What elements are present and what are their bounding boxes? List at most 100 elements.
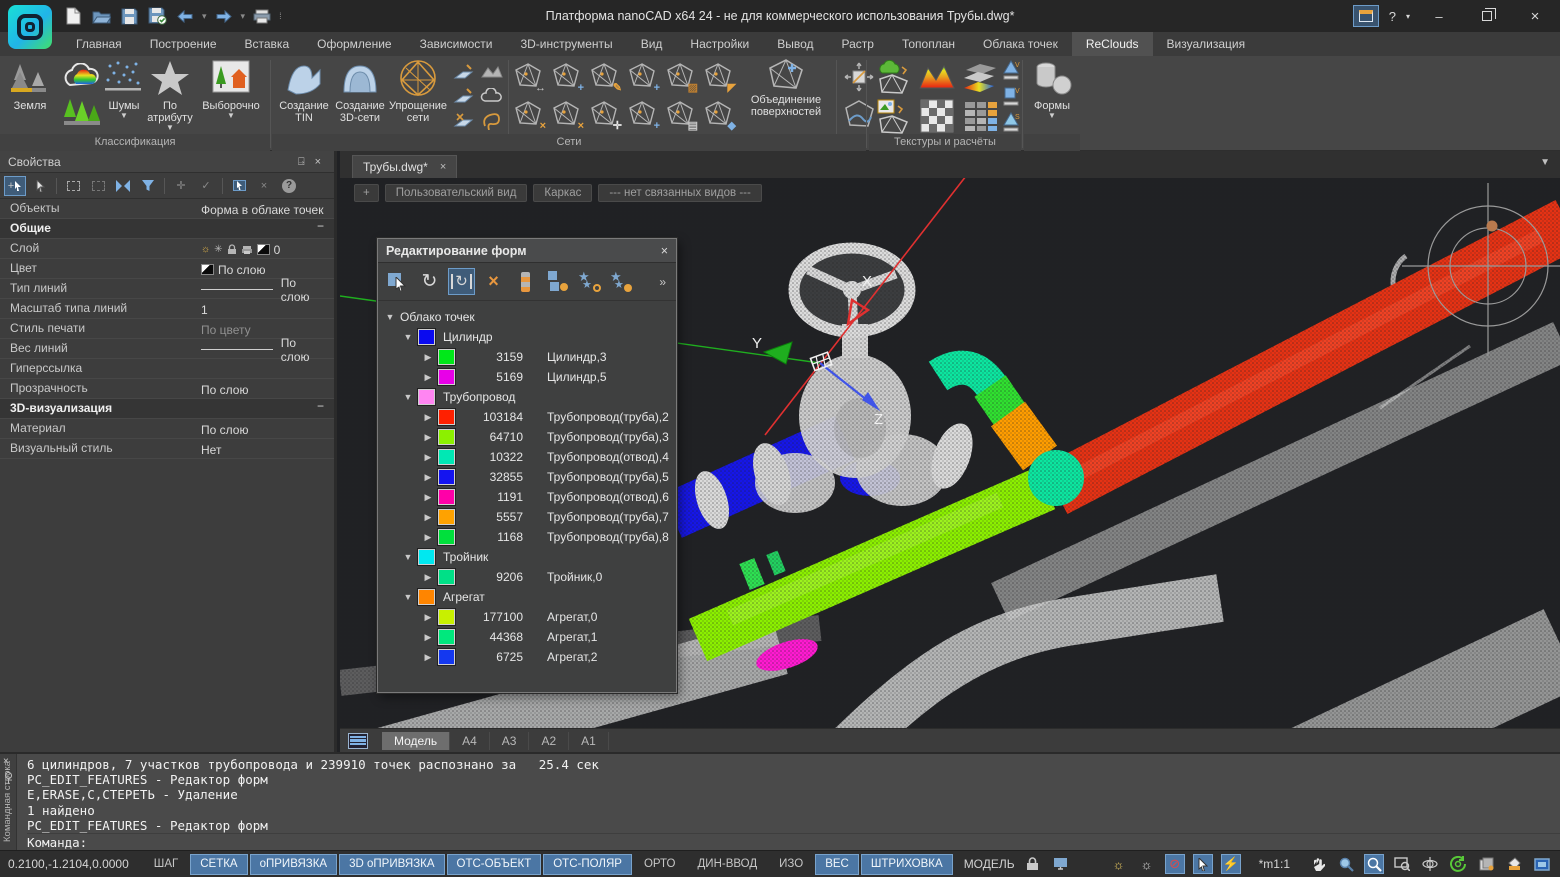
slope-layers-icon[interactable] — [961, 59, 1001, 95]
ribbon-tab-растр[interactable]: Растр — [828, 32, 888, 56]
shapes-button[interactable]: Формы▼ — [1024, 58, 1080, 134]
shape-color-swatch[interactable] — [438, 509, 455, 525]
select-window-tool[interactable] — [62, 176, 84, 196]
shape-color-swatch[interactable] — [418, 389, 435, 405]
print-icon[interactable] — [251, 5, 273, 27]
net-add-vertex-tool[interactable]: + — [552, 62, 582, 92]
add-selection-tool[interactable]: + — [4, 176, 26, 196]
collapsed-icon[interactable]: ▶ — [422, 492, 434, 503]
document-tab-close-icon[interactable]: × — [440, 161, 446, 173]
tree-item[interactable]: ▶10322Трубопровод(отвод),4 — [378, 447, 676, 467]
property-value[interactable]: По слою — [195, 379, 334, 398]
invert-selection-tool[interactable] — [112, 176, 134, 196]
zoom-icon[interactable] — [1336, 854, 1356, 874]
ribbon-tab-зависимости[interactable]: Зависимости — [406, 32, 507, 56]
shape-color-swatch[interactable] — [438, 469, 455, 485]
property-value[interactable]: Форма в облаке точек — [195, 199, 334, 218]
volume-calc-icon[interactable]: V — [1001, 58, 1021, 82]
expanded-icon[interactable]: ▼ — [402, 332, 414, 342]
ribbon-tab-облака-точек[interactable]: Облака точек — [969, 32, 1072, 56]
property-value[interactable]: По слою — [195, 279, 334, 298]
sheet-set-icon[interactable] — [1476, 854, 1496, 874]
lighting-icon[interactable]: ☼ — [1137, 854, 1157, 874]
undo-menu-icon[interactable]: ▾ — [202, 11, 207, 22]
cloud-outline-icon[interactable] — [480, 84, 504, 108]
property-value[interactable]: По слою — [195, 339, 334, 358]
net-texture-tool[interactable]: ▨ — [666, 62, 696, 92]
select-shape-tool[interactable] — [384, 268, 411, 295]
command-history[interactable]: 6 цилиндров, 7 участков трубопровода и 2… — [17, 754, 1560, 850]
command-prompt[interactable]: Команда: — [27, 833, 1560, 850]
property-value[interactable]: ☼✳0 — [195, 239, 334, 258]
shape-color-swatch[interactable] — [438, 489, 455, 505]
shape-color-swatch[interactable] — [438, 409, 455, 425]
highlight-tool[interactable] — [228, 176, 250, 196]
collapsed-icon[interactable]: ▶ — [422, 372, 434, 383]
show-similar-tool[interactable]: ★ ★ — [608, 268, 635, 295]
property-value[interactable]: Нет — [195, 439, 334, 458]
quick-properties-icon[interactable]: ⚡ — [1221, 854, 1241, 874]
refit-shape-tool[interactable]: ↻ — [448, 268, 475, 295]
recalculate-tool[interactable]: ↻ — [416, 268, 443, 295]
segment-cylinder-tool[interactable] — [512, 268, 539, 295]
tree-item[interactable]: ▶5169Цилиндр,5 — [378, 367, 676, 387]
ribbon-tab-вид[interactable]: Вид — [627, 32, 677, 56]
collapsed-icon[interactable]: ▶ — [422, 352, 434, 363]
fill-mode-icon[interactable] — [1504, 854, 1524, 874]
shape-color-swatch[interactable] — [438, 369, 455, 385]
property-value[interactable] — [195, 359, 334, 378]
layout-tab-модель[interactable]: Модель — [382, 732, 450, 750]
collapsed-icon[interactable]: ▶ — [422, 452, 434, 463]
apply-tool[interactable]: ✓ — [195, 176, 217, 196]
collapsed-icon[interactable]: ▶ — [422, 412, 434, 423]
layout-tab-a1[interactable]: A1 — [569, 732, 609, 750]
shape-color-swatch[interactable] — [438, 349, 455, 365]
checker-texture-icon[interactable] — [917, 98, 957, 134]
create-tin-button[interactable]: Создание TIN — [276, 58, 332, 134]
net-append-tool[interactable]: + — [628, 100, 658, 130]
net-move-tool[interactable]: ✛ — [590, 100, 620, 130]
layer-lock-icon[interactable] — [227, 244, 237, 255]
space-indicator[interactable]: МОДЕЛЬ — [964, 857, 1015, 871]
layer-on-icon[interactable]: ☼ — [201, 244, 210, 255]
select-tool[interactable] — [29, 176, 51, 196]
status-toggle-опривязка[interactable]: оПРИВЯЗКА — [250, 854, 338, 875]
ribbon-tab-топоплан[interactable]: Топоплан — [888, 32, 969, 56]
filter-tool[interactable] — [137, 176, 159, 196]
undo-icon[interactable] — [174, 5, 196, 27]
ribbon-tab-оформление[interactable]: Оформление — [303, 32, 405, 56]
layout-tab-a3[interactable]: A3 — [490, 732, 530, 750]
viewport-add-button[interactable]: + — [354, 184, 379, 202]
collapsed-icon[interactable]: ▶ — [422, 532, 434, 543]
zoom-extents-icon[interactable] — [1392, 854, 1412, 874]
collapse-icon[interactable]: − — [317, 219, 334, 238]
tree-item[interactable]: ▶64710Трубопровод(труба),3 — [378, 427, 676, 447]
help-button[interactable]: ? — [1389, 9, 1396, 24]
mesh-range-icon[interactable] — [480, 60, 504, 84]
shape-color-swatch[interactable] — [438, 449, 455, 465]
texture-from-image-icon[interactable] — [873, 98, 913, 134]
select-crossing-tool[interactable] — [87, 176, 109, 196]
status-toggle-дин-ввод[interactable]: ДИН-ВВОД — [688, 854, 768, 875]
properties-close-icon[interactable]: × — [310, 151, 326, 172]
ribbon-tab-вывод[interactable]: Вывод — [763, 32, 827, 56]
tree-item[interactable]: ▶103184Трубопровод(труба),2 — [378, 407, 676, 427]
lock-icon[interactable] — [1023, 854, 1043, 874]
tree-item[interactable]: ▼Агрегат — [378, 587, 676, 607]
tree-item[interactable]: ▶9206Тройник,0 — [378, 567, 676, 587]
shape-color-swatch[interactable] — [438, 569, 455, 585]
elevation-map-icon[interactable] — [917, 59, 957, 95]
ribbon-tab-вставка[interactable]: Вставка — [231, 32, 304, 56]
shape-color-swatch[interactable] — [438, 609, 455, 625]
selection-cycling-icon[interactable] — [1193, 854, 1213, 874]
net-add-curve-tool[interactable]: + — [628, 62, 658, 92]
close-button[interactable]: × — [1516, 2, 1554, 30]
delete-shape-tool[interactable]: × — [480, 268, 507, 295]
select-similar-tool[interactable]: ★ ★ — [576, 268, 603, 295]
help-menu-icon[interactable]: ▾ — [1406, 12, 1410, 21]
collapsed-icon[interactable]: ▶ — [422, 472, 434, 483]
redo-icon[interactable] — [213, 5, 235, 27]
shape-color-swatch[interactable] — [418, 329, 435, 345]
net-erase-tool[interactable]: × — [552, 100, 582, 130]
status-toggle-штриховка[interactable]: ШТРИХОВКА — [861, 854, 953, 875]
